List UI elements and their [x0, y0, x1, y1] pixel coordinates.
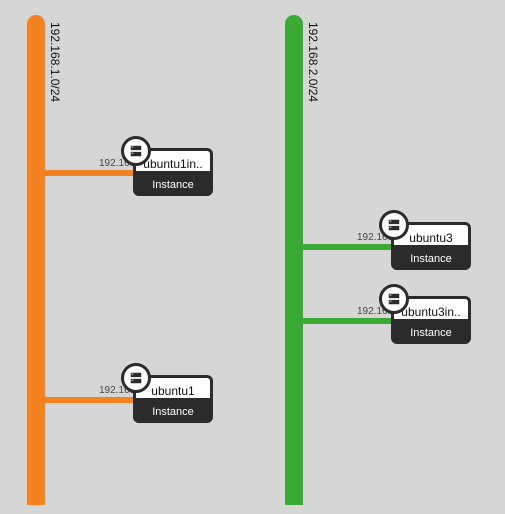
branch-line	[303, 318, 391, 324]
server-icon	[121, 363, 151, 393]
instance-type: Instance	[391, 322, 471, 344]
network-cidr-net1: 192.168.1.0/24	[48, 22, 62, 102]
instance-node-ubuntu3[interactable]: ubuntu3 Instance	[391, 222, 471, 270]
instance-node-ubuntu1instance[interactable]: ubuntu1in.. Instance	[133, 148, 213, 196]
instance-node-ubuntu1[interactable]: ubuntu1 Instance	[133, 375, 213, 423]
network-name-net1: net1	[30, 22, 44, 47]
network-cidr-net2: 192.168.2.0/24	[306, 22, 320, 102]
network-bar-net2[interactable]	[285, 15, 303, 505]
network-bar-net1[interactable]	[27, 15, 45, 505]
branch-line	[45, 397, 133, 403]
branch-line	[45, 170, 133, 176]
instance-node-ubuntu3instance[interactable]: ubuntu3in.. Instance	[391, 296, 471, 344]
server-icon	[121, 136, 151, 166]
network-topology-canvas[interactable]: net1 192.168.1.0/24 Net2 192.168.2.0/24 …	[0, 0, 505, 514]
server-icon	[379, 210, 409, 240]
network-name-net2: Net2	[288, 22, 302, 48]
server-icon	[379, 284, 409, 314]
instance-type: Instance	[133, 401, 213, 423]
branch-line	[303, 244, 391, 250]
instance-type: Instance	[391, 248, 471, 270]
instance-type: Instance	[133, 174, 213, 196]
